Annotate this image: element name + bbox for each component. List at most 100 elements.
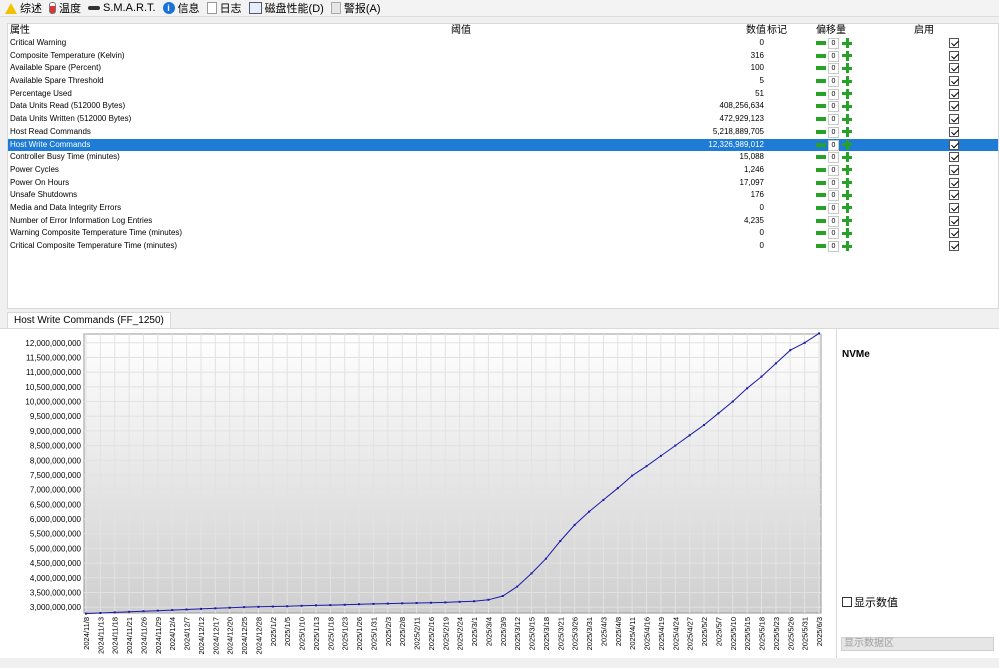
plus-icon[interactable]: [842, 139, 852, 150]
table-row[interactable]: Available Spare (Percent) 100 0: [8, 62, 998, 75]
enabled-checkbox[interactable]: [949, 139, 959, 150]
minus-icon[interactable]: [816, 79, 826, 84]
plus-icon[interactable]: [842, 152, 852, 163]
plus-icon[interactable]: [842, 114, 852, 125]
table-row[interactable]: Data Units Read (512000 Bytes) 408,256,63…: [8, 100, 998, 113]
offset-field[interactable]: 0: [828, 38, 839, 49]
table-row[interactable]: Available Spare Threshold 5 0: [8, 75, 998, 88]
offset-field[interactable]: 0: [828, 101, 839, 113]
enabled-checkbox[interactable]: [949, 101, 959, 112]
offset-field[interactable]: 0: [828, 139, 839, 151]
plus-icon[interactable]: [842, 126, 852, 137]
offset-field[interactable]: 0: [828, 190, 839, 202]
minus-icon[interactable]: [816, 41, 826, 45]
table-row[interactable]: Unsafe Shutdowns 176 0: [8, 189, 998, 202]
minus-icon[interactable]: [816, 117, 826, 122]
header-offset[interactable]: 偏移量: [816, 24, 846, 37]
offset-field[interactable]: 0: [828, 152, 839, 164]
enabled-checkbox[interactable]: [949, 190, 959, 201]
tab-3[interactable]: i 信息: [161, 0, 205, 17]
minus-icon[interactable]: [816, 129, 826, 134]
enabled-checkbox[interactable]: [949, 76, 959, 87]
offset-field[interactable]: 0: [828, 177, 839, 189]
plus-icon[interactable]: [842, 63, 852, 74]
plus-icon[interactable]: [842, 177, 852, 188]
minus-icon[interactable]: [816, 244, 826, 248]
table-row[interactable]: Power On Hours 17,097 0: [8, 177, 998, 190]
enabled-checkbox[interactable]: [949, 177, 959, 188]
plus-icon[interactable]: [842, 101, 852, 112]
header-attribute[interactable]: 属性: [10, 24, 30, 37]
tab-2[interactable]: S.M.A.R.T.: [86, 0, 161, 17]
minus-icon[interactable]: [816, 180, 826, 185]
plus-icon[interactable]: [842, 241, 852, 251]
header-value[interactable]: 数值: [746, 24, 766, 37]
enabled-checkbox[interactable]: [949, 164, 959, 175]
minus-icon[interactable]: [816, 193, 826, 198]
minus-icon[interactable]: [816, 155, 826, 160]
plus-icon[interactable]: [842, 190, 852, 201]
tab-1[interactable]: 温度: [47, 0, 86, 17]
table-row[interactable]: Controller Busy Time (minutes) 15,088 0: [8, 151, 998, 164]
header-flag[interactable]: 标记: [767, 24, 787, 37]
plus-icon[interactable]: [842, 228, 852, 239]
plus-icon[interactable]: [842, 164, 852, 175]
table-row[interactable]: Host Write Commands 12,326,989,012 0: [8, 138, 998, 152]
plus-icon[interactable]: [842, 76, 852, 87]
enabled-checkbox[interactable]: [949, 241, 959, 251]
table-row[interactable]: Media and Data Integrity Errors 0 0: [8, 202, 998, 215]
enabled-checkbox[interactable]: [949, 38, 959, 48]
enabled-checkbox[interactable]: [949, 88, 959, 99]
enabled-checkbox[interactable]: [949, 126, 959, 137]
chart-tab[interactable]: Host Write Commands (FF_1250): [7, 312, 171, 328]
enabled-checkbox[interactable]: [949, 50, 959, 61]
enabled-checkbox[interactable]: [949, 202, 959, 213]
offset-field[interactable]: 0: [828, 215, 839, 227]
minus-icon[interactable]: [816, 66, 826, 71]
plus-icon[interactable]: [842, 88, 852, 99]
enabled-checkbox[interactable]: [949, 114, 959, 125]
table-row[interactable]: Percentage Used 51 0: [8, 88, 998, 101]
table-row[interactable]: Critical Warning 0 0: [8, 37, 998, 50]
plus-icon[interactable]: [842, 202, 852, 213]
enabled-checkbox[interactable]: [949, 215, 959, 226]
minus-icon[interactable]: [816, 205, 826, 210]
offset-field[interactable]: 0: [828, 241, 839, 252]
offset-field[interactable]: 0: [828, 114, 839, 126]
show-data-area-dropdown[interactable]: 显示数据区: [841, 637, 994, 651]
minus-icon[interactable]: [816, 142, 826, 147]
tab-0[interactable]: 综述: [3, 0, 47, 17]
offset-field[interactable]: 0: [828, 126, 839, 138]
tab-6[interactable]: 警报(A): [329, 0, 386, 17]
minus-icon[interactable]: [816, 218, 826, 223]
minus-icon[interactable]: [816, 104, 826, 109]
header-enabled[interactable]: 启用: [914, 24, 934, 37]
table-row[interactable]: Power Cycles 1,246 0: [8, 164, 998, 177]
table-row[interactable]: Data Units Written (512000 Bytes) 472,929…: [8, 113, 998, 126]
header-threshold[interactable]: 阈值: [451, 24, 471, 37]
enabled-checkbox[interactable]: [949, 63, 959, 74]
plus-icon[interactable]: [842, 50, 852, 61]
offset-field[interactable]: 0: [828, 76, 839, 88]
offset-field[interactable]: 0: [828, 88, 839, 100]
show-values-checkbox[interactable]: [842, 597, 852, 607]
tab-4[interactable]: 日志: [205, 0, 247, 17]
offset-field[interactable]: 0: [828, 164, 839, 176]
offset-field[interactable]: 0: [828, 50, 839, 62]
enabled-checkbox[interactable]: [949, 152, 959, 163]
table-row[interactable]: Host Read Commands 5,218,889,705 0: [8, 126, 998, 139]
minus-icon[interactable]: [816, 231, 826, 236]
plus-icon[interactable]: [842, 38, 852, 48]
offset-field[interactable]: 0: [828, 228, 839, 240]
enabled-checkbox[interactable]: [949, 228, 959, 239]
offset-field[interactable]: 0: [828, 202, 839, 214]
minus-icon[interactable]: [816, 91, 826, 96]
plus-icon[interactable]: [842, 215, 852, 226]
table-row[interactable]: Warning Composite Temperature Time (minu…: [8, 227, 998, 240]
minus-icon[interactable]: [816, 167, 826, 172]
show-values-toggle[interactable]: 显示数值: [842, 594, 898, 610]
table-row[interactable]: Composite Temperature (Kelvin) 316 0: [8, 50, 998, 63]
tab-5[interactable]: 磁盘性能(D): [247, 0, 329, 17]
table-row[interactable]: Critical Composite Temperature Time (min…: [8, 240, 998, 253]
minus-icon[interactable]: [816, 53, 826, 58]
